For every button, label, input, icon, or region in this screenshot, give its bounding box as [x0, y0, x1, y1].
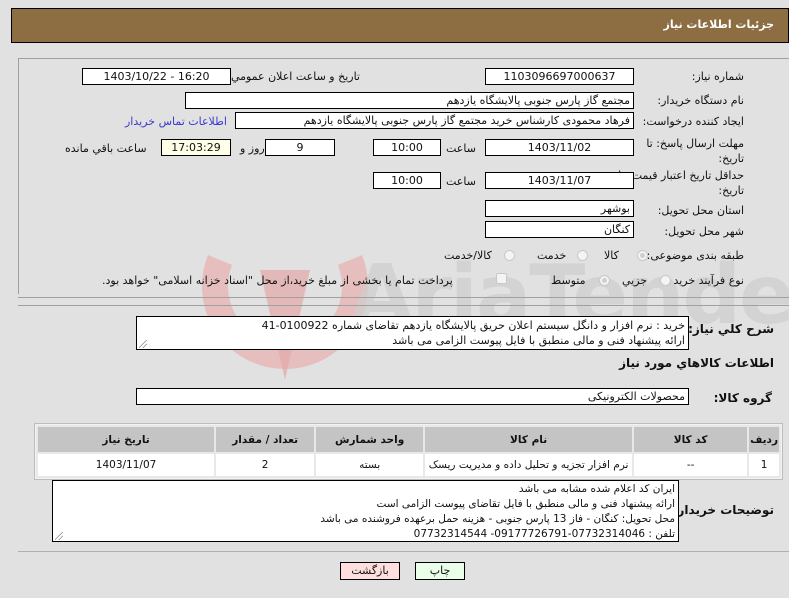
reply-time-label: ساعت: [446, 142, 476, 155]
process-radio-minor[interactable]: [660, 275, 671, 286]
col-code: کد کالا: [632, 425, 750, 454]
reply-deadline-label: مهلت ارسال پاسخ: تا تاریخ:: [629, 136, 744, 166]
buyer-org-field: مجتمع گاز پارس جنوبی پالايشگاه يازدهم: [185, 92, 634, 109]
col-qty: تعداد / مقدار: [214, 425, 317, 454]
category-radio-goods-service[interactable]: [504, 250, 515, 261]
cell-qty: 2: [214, 452, 317, 478]
process-option-medium: متوسط: [551, 274, 586, 287]
requester-field: فرهاد محمودی کارشناس خرید مجتمع گاز پارس…: [235, 112, 634, 129]
resize-grip-icon[interactable]: [55, 532, 63, 540]
goods-table-header: رديف کد کالا نام کالا واحد شمارش تعداد /…: [35, 425, 781, 454]
back-button[interactable]: بازگشت: [340, 562, 400, 580]
city-label: شهر محل تحویل:: [664, 225, 744, 238]
col-row: رديف: [747, 425, 781, 454]
process-option-minor: جزیي: [622, 274, 648, 287]
treasury-payment-checkbox[interactable]: [496, 273, 507, 284]
announce-datetime-field: 1403/10/22 - 16:20: [82, 68, 231, 85]
process-label: نوع فرآیند خرید :: [666, 274, 744, 287]
cell-name: نرم افزار تجزیه و تحلیل داده و مدیریت ری…: [423, 452, 635, 478]
col-unit: واحد شمارش: [314, 425, 426, 454]
time-remaining-label: ساعت باقي مانده: [65, 142, 147, 155]
requester-label: ايجاد کننده درخواست:: [642, 115, 744, 128]
reply-deadline-label-text: مهلت ارسال پاسخ: تا تاریخ:: [646, 137, 744, 165]
cell-code: --: [632, 452, 750, 478]
need-number-field: 1103096697000637: [485, 68, 634, 85]
process-radio-medium[interactable]: [599, 275, 610, 286]
cell-date: 1403/11/07: [35, 452, 217, 478]
goods-table: رديف کد کالا نام کالا واحد شمارش تعداد /…: [35, 425, 781, 478]
need-number-label: شماره نیاز:: [691, 70, 744, 83]
reply-deadline-time: 10:00: [373, 139, 441, 156]
province-field: بوشهر: [485, 200, 634, 217]
buyer-notes-label: توضيحات خريدار:: [672, 503, 774, 517]
buyer-notes-textarea[interactable]: ایران کد اعلام شده مشابه می باشد ارائه پ…: [52, 480, 679, 542]
announce-datetime-label: تاریخ و ساعت اعلان عمومي:: [227, 70, 360, 83]
category-option-goods: کالا: [604, 249, 619, 262]
reply-deadline-date: 1403/11/02: [485, 139, 634, 156]
province-label: استان محل تحویل:: [657, 204, 744, 217]
treasury-payment-note: پرداخت تمام یا بخشی از مبلغ خرید،از محل …: [102, 274, 453, 287]
cell-unit: بسته: [314, 452, 426, 478]
goods-section-title: اطلاعات کالاهاي مورد نياز: [619, 356, 774, 370]
city-field: کنگان: [485, 221, 634, 238]
days-remaining-field: 9: [265, 139, 335, 156]
category-option-goods-service: کالا/خدمت: [444, 249, 492, 262]
goods-group-label: گروه کالا:: [713, 391, 772, 405]
col-name: نام کالا: [423, 425, 635, 454]
page-title: جزئیات اطلاعات نیاز: [663, 18, 775, 31]
resize-grip-icon[interactable]: [139, 340, 147, 348]
category-label: طبقه بندی موضوعی:: [646, 249, 744, 262]
cell-row: 1: [747, 452, 781, 478]
price-validity-time: 10:00: [373, 172, 441, 189]
days-label: روز و: [240, 142, 265, 155]
goods-table-container: رديف کد کالا نام کالا واحد شمارش تعداد /…: [34, 423, 783, 480]
buyer-contact-link[interactable]: اطلاعات تماس خریدار: [125, 115, 227, 128]
price-validity-date: 1403/11/07: [485, 172, 634, 189]
description-label: شرح کلي نياز:: [688, 322, 774, 336]
description-textarea[interactable]: خريد : نرم افزار و دانگل سيستم اعلان حري…: [136, 316, 689, 350]
col-date: تاريخ نياز: [35, 425, 217, 454]
buyer-org-label: نام دستگاه خريدار:: [657, 94, 744, 107]
category-option-service: خدمت: [537, 249, 567, 262]
page-header: جزئیات اطلاعات نیاز: [11, 8, 789, 43]
category-radio-service[interactable]: [577, 250, 588, 261]
time-remaining-field: 17:03:29: [161, 139, 231, 156]
price-validity-time-label: ساعت: [446, 175, 476, 188]
print-button[interactable]: چاپ: [415, 562, 465, 580]
category-radio-goods[interactable]: [637, 250, 648, 261]
goods-group-field: محصولات الکترونیکی: [136, 388, 689, 405]
table-row: 1 -- نرم افزار تجزیه و تحلیل داده و مدیر…: [35, 452, 781, 478]
